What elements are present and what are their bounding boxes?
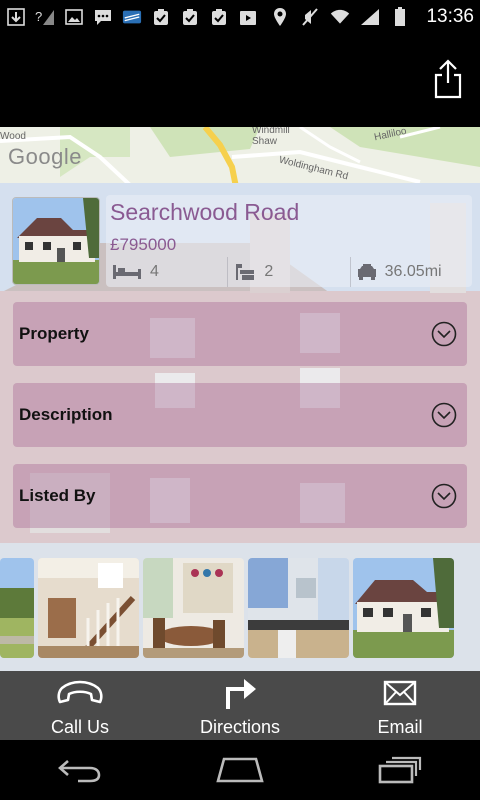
main-photo-thumbnail[interactable]: [12, 197, 100, 285]
map-label: Wood: [0, 131, 26, 142]
home-button[interactable]: [210, 750, 270, 790]
directions-label: Directions: [199, 717, 281, 737]
dining-room-photo[interactable]: [143, 558, 244, 658]
turn-arrow-icon: [226, 679, 256, 709]
kitchen-photo[interactable]: [248, 558, 349, 658]
chevron-down-icon: [431, 483, 457, 509]
house-exterior-photo[interactable]: [353, 558, 454, 658]
bed-icon: [113, 265, 141, 279]
recents-icon: [378, 756, 422, 784]
action-bar: [0, 33, 480, 127]
car-icon: [357, 264, 376, 280]
listing-stats: 4 2 36.05mi: [106, 257, 472, 287]
no-signal-icon: ?: [35, 8, 55, 26]
back-button[interactable]: [50, 750, 110, 790]
section-label: Description: [19, 405, 113, 424]
listing-title: Searchwood Road: [110, 199, 300, 225]
section-listed-by[interactable]: Listed By: [13, 464, 467, 528]
bedrooms-count: 4: [150, 263, 159, 280]
play-store-icon: [238, 8, 258, 26]
card-icon: [122, 8, 142, 26]
app-screen: ? 13:36 Wood Windmill Shaw Woldingham Rd…: [0, 0, 480, 800]
mute-icon: [300, 7, 320, 26]
envelope-icon: [383, 680, 417, 706]
call-us-button[interactable]: Call Us: [0, 671, 160, 740]
email-label: Email: [377, 717, 423, 737]
share-icon: [434, 59, 462, 99]
phone-icon: [57, 680, 103, 704]
clipboard-check-icon: [180, 8, 200, 26]
listing-content: Searchwood Road £795000 4 2 36.05mi Prop…: [0, 183, 480, 671]
location-icon: [270, 7, 290, 26]
svg-text:?: ?: [35, 9, 42, 24]
battery-icon: [390, 6, 410, 26]
download-icon: [6, 7, 26, 26]
map-label: Windmill Shaw: [252, 127, 290, 147]
email-button[interactable]: Email: [320, 671, 480, 740]
distance-value: 36.05mi: [384, 263, 442, 280]
staircase-photo[interactable]: [38, 558, 139, 658]
section-label: Listed By: [19, 486, 96, 505]
image-icon: [64, 8, 84, 26]
notification-icons: ?: [6, 7, 258, 26]
clipboard-check-icon: [209, 8, 229, 26]
photo-gallery[interactable]: [0, 558, 480, 660]
directions-button[interactable]: Directions: [160, 671, 320, 740]
listing-price: £795000: [110, 235, 177, 254]
distance-stat: 36.05mi: [351, 257, 472, 287]
section-description[interactable]: Description: [13, 383, 467, 447]
clock: 13:36: [426, 5, 474, 27]
call-us-label: Call Us: [50, 717, 109, 737]
back-icon: [58, 760, 101, 783]
status-bar: ? 13:36: [0, 0, 480, 33]
system-icons: 13:36: [270, 6, 474, 28]
navigation-bar: [0, 740, 480, 800]
bathrooms-count: 2: [264, 263, 274, 280]
share-button[interactable]: [432, 59, 464, 99]
recents-button[interactable]: [370, 750, 430, 790]
clipboard-check-icon: [151, 8, 171, 26]
section-label: Property: [19, 324, 89, 343]
signal-icon: [360, 8, 380, 26]
home-icon: [216, 757, 264, 783]
chat-icon: [93, 8, 113, 26]
bottom-action-bar: Call Us Directions Email: [0, 671, 480, 740]
map-view[interactable]: Wood Windmill Shaw Woldingham Rd Hallilo…: [0, 127, 480, 187]
house-garden-photo[interactable]: [0, 558, 34, 658]
bedrooms-stat: 4: [106, 257, 229, 287]
section-property[interactable]: Property: [13, 302, 467, 366]
bath-icon: [236, 264, 255, 280]
listing-summary: Searchwood Road £795000 4 2 36.05mi: [10, 195, 472, 287]
summary-panel: Searchwood Road £795000 4 2 36.05mi: [106, 195, 472, 287]
wifi-icon: [330, 8, 350, 26]
bathrooms-stat: 2: [228, 257, 351, 287]
chevron-down-icon: [431, 321, 457, 347]
chevron-down-icon: [431, 402, 457, 428]
google-logo: Google: [8, 144, 82, 169]
